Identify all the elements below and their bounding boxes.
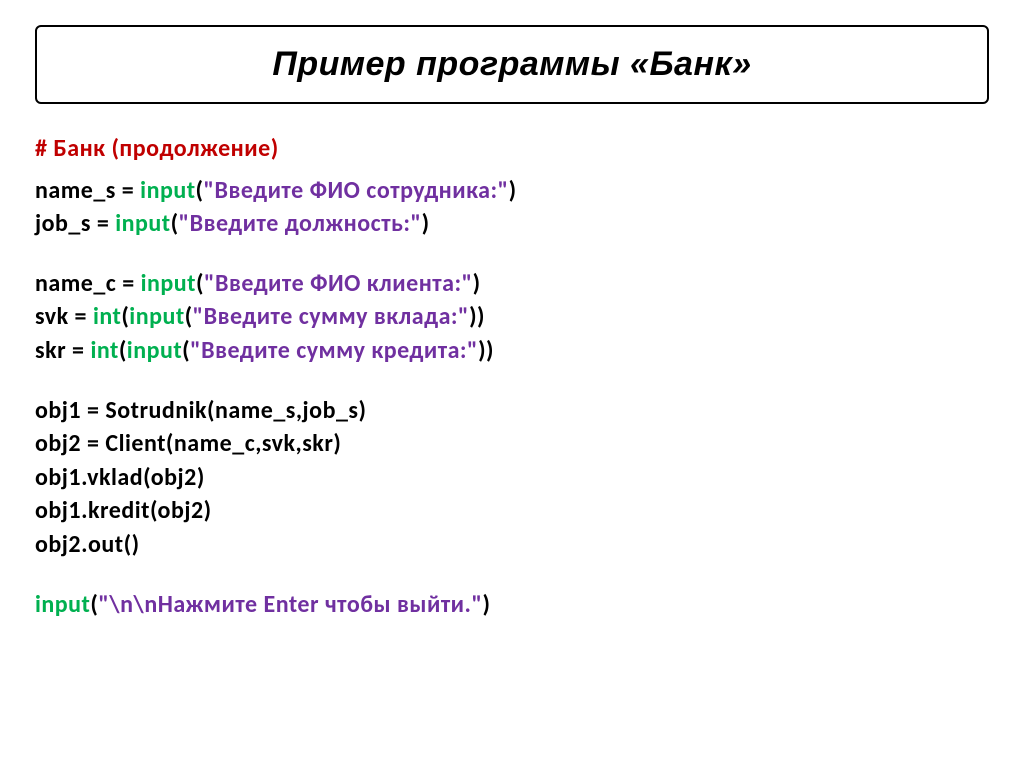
code-fn: input xyxy=(140,176,195,205)
code-line: obj1.vklad(obj2) xyxy=(35,461,989,495)
code-fn: int xyxy=(93,302,121,331)
code-string: "\n\nНажмите Enter чтобы выйти." xyxy=(98,590,482,619)
code-text: ( xyxy=(196,269,204,298)
code-text: ) xyxy=(473,269,481,298)
code-string: "Введите ФИО сотрудника:" xyxy=(204,176,509,205)
code-fn: int xyxy=(90,336,118,365)
code-string: "Введите сумму кредита:" xyxy=(190,336,478,365)
slide-title: Пример программы «Банк» xyxy=(47,45,977,84)
code-line: obj1.kredit(obj2) xyxy=(35,494,989,528)
code-line: obj1 = Sotrudnik(name_s,job_s) xyxy=(35,394,989,428)
code-text: ( xyxy=(185,302,193,331)
code-fn: input xyxy=(127,336,182,365)
code-text: name_c = xyxy=(35,269,141,298)
code-comment: # Банк (продолжение) xyxy=(35,132,989,166)
code-text: skr = xyxy=(35,336,90,365)
code-line: job_s = input("Введите должность:") xyxy=(35,207,989,241)
code-text: ) xyxy=(482,590,490,619)
code-line: skr = int(input("Введите сумму кредита:"… xyxy=(35,334,989,368)
code-fn: input xyxy=(35,590,90,619)
code-fn: input xyxy=(129,302,184,331)
code-text: ) xyxy=(509,176,517,205)
code-text: )) xyxy=(478,336,494,365)
code-fn: input xyxy=(141,269,196,298)
code-string: "Введите должность:" xyxy=(179,209,422,238)
code-text: )) xyxy=(469,302,485,331)
code-line: name_c = input("Введите ФИО клиента:") xyxy=(35,267,989,301)
code-text: job_s = xyxy=(35,209,115,238)
code-text: ) xyxy=(422,209,430,238)
code-text: ( xyxy=(182,336,190,365)
code-text: name_s = xyxy=(35,176,140,205)
code-line: input("\n\nНажмите Enter чтобы выйти.") xyxy=(35,588,989,622)
title-box: Пример программы «Банк» xyxy=(35,25,989,104)
code-text: ( xyxy=(196,176,204,205)
code-fn: input xyxy=(115,209,170,238)
code-text: ( xyxy=(171,209,179,238)
code-line: name_s = input("Введите ФИО сотрудника:"… xyxy=(35,174,989,208)
code-string: "Введите ФИО клиента:" xyxy=(204,269,473,298)
code-line: svk = int(input("Введите сумму вклада:")… xyxy=(35,300,989,334)
code-line: obj2 = Client(name_c,svk,skr) xyxy=(35,427,989,461)
code-text: svk = xyxy=(35,302,93,331)
code-text: ( xyxy=(119,336,127,365)
code-string: "Введите сумму вклада:" xyxy=(193,302,469,331)
slide-container: Пример программы «Банк» # Банк (продолже… xyxy=(0,0,1024,646)
code-block: # Банк (продолжение) name_s = input("Вве… xyxy=(35,132,989,621)
code-line: obj2.out() xyxy=(35,528,989,562)
